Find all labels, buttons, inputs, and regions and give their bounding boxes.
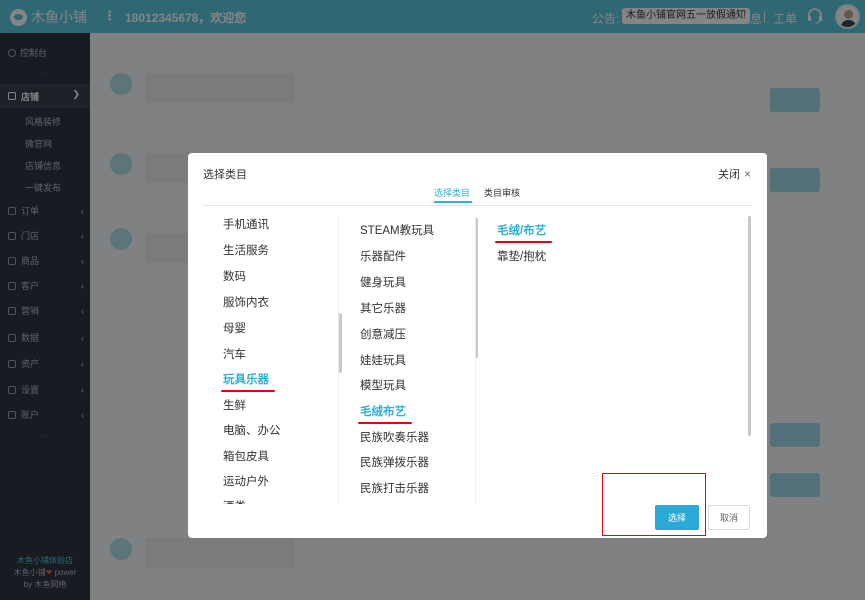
list-item[interactable]: 手机通讯 — [223, 216, 269, 232]
list-item[interactable]: 模型玩具 — [360, 377, 406, 393]
category-level1-list[interactable]: 手机通讯 生活服务 数码 服饰内衣 母婴 汽车 玩具乐器 生鲜 电脑、办公 箱包… — [203, 214, 340, 504]
tab-select-category[interactable]: 选择类目 — [434, 186, 473, 203]
cancel-button[interactable]: 取消 — [708, 505, 750, 530]
select-button[interactable]: 选择 — [655, 505, 699, 530]
list-item[interactable]: STEAM教玩具 — [360, 222, 434, 238]
list-item[interactable]: 娃娃玩具 — [360, 352, 406, 368]
column-divider — [475, 214, 476, 504]
list-item[interactable]: 箱包皮具 — [223, 448, 269, 464]
tab-category-review[interactable]: 类目审核 — [484, 186, 520, 199]
close-button[interactable]: 关闭 × — [718, 166, 751, 182]
list-item[interactable]: 服饰内衣 — [223, 294, 269, 310]
dialog-title: 选择类目 — [203, 169, 247, 181]
close-icon: × — [743, 167, 751, 181]
list-item[interactable]: 民族弹拨乐器 — [360, 454, 429, 470]
tab-divider — [203, 205, 752, 206]
list-item[interactable]: 生活服务 — [223, 242, 269, 258]
column-divider — [338, 214, 339, 504]
list-item[interactable]: 酒类 — [223, 498, 246, 504]
list-item-selected[interactable]: 毛绒/布艺 — [494, 222, 553, 243]
list-item[interactable]: 民族吹奏乐器 — [360, 429, 429, 445]
list-item[interactable]: 健身玩具 — [360, 274, 406, 290]
scrollbar-level3[interactable] — [748, 216, 751, 436]
list-item[interactable]: 数码 — [223, 268, 246, 284]
list-item[interactable]: 其它乐器 — [360, 300, 406, 316]
list-item[interactable]: 创意减压 — [360, 326, 406, 342]
list-item[interactable]: 靠垫/抱枕 — [497, 248, 546, 264]
list-item[interactable]: 运动户外 — [223, 473, 269, 489]
list-item-selected[interactable]: 玩具乐器 — [221, 371, 275, 392]
list-item[interactable]: 民族打击乐器 — [360, 480, 429, 496]
list-item[interactable]: 乐器配件 — [360, 248, 406, 264]
category-select-dialog: 选择类目 关闭 × 选择类目 类目审核 手机通讯 生活服务 数码 服饰内衣 母婴… — [188, 153, 767, 538]
list-item-selected[interactable]: 毛绒布艺 — [358, 403, 412, 424]
list-item[interactable]: 母婴 — [223, 320, 246, 336]
category-level2-list[interactable]: STEAM教玩具 乐器配件 健身玩具 其它乐器 创意减压 娃娃玩具 模型玩具 毛… — [340, 214, 477, 504]
list-item[interactable]: 生鲜 — [223, 397, 246, 413]
close-label: 关闭 — [717, 169, 740, 181]
list-item[interactable]: 电脑、办公 — [223, 422, 281, 438]
category-level3-list[interactable]: 毛绒/布艺 靠垫/抱枕 — [477, 214, 752, 504]
list-item[interactable]: 汽车 — [223, 346, 246, 362]
